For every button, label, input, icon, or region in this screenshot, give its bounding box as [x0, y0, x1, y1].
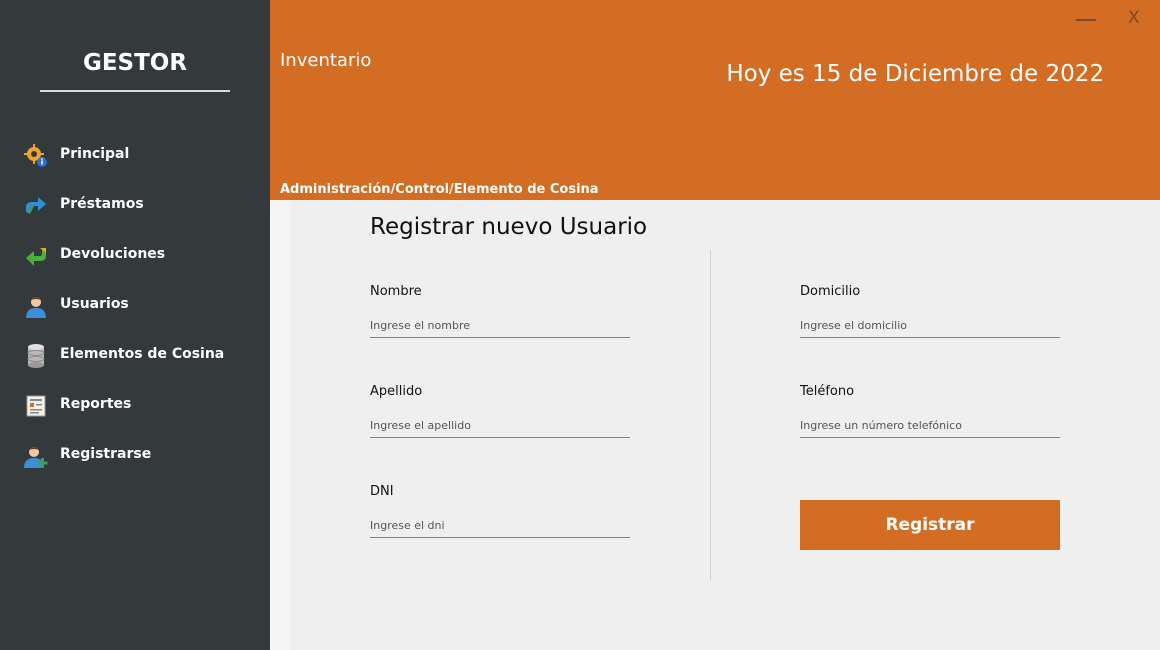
database-icon	[27, 344, 45, 368]
dni-input[interactable]	[370, 513, 630, 538]
brand-title: GESTOR	[82, 50, 188, 76]
nombre-label: Nombre	[370, 284, 422, 299]
dni-label: DNI	[370, 484, 394, 499]
sidebar-item-prestamos[interactable]: Préstamos	[0, 186, 270, 226]
sidebar-item-elementos-de-cosina[interactable]: Elementos de Cosina	[0, 336, 270, 376]
sidebar-item-principal[interactable]: Principal	[0, 136, 270, 176]
sidebar-item-usuarios[interactable]: Usuarios	[0, 286, 270, 326]
add-user-icon	[24, 447, 48, 468]
domicilio-label: Domicilio	[800, 284, 861, 299]
register-button[interactable]: Registrar	[800, 500, 1060, 550]
minimize-button[interactable]	[1076, 19, 1096, 21]
main-content: Registrar nuevo Usuario Nombre Apellido …	[270, 200, 1160, 650]
breadcrumb: Administración/Control/Elemento de Cosin…	[280, 182, 599, 197]
sidebar-item-label: Registrarse	[60, 446, 152, 462]
column-divider	[710, 250, 711, 580]
date-label: Hoy es 15 de Diciembre de 2022	[726, 61, 1104, 87]
apellido-input[interactable]	[370, 413, 630, 438]
report-icon	[26, 395, 46, 417]
apellido-label: Apellido	[370, 384, 423, 399]
form-title: Registrar nuevo Usuario	[370, 214, 648, 240]
sidebar: GESTOR Principal Préstamos Devoluciones	[0, 0, 270, 650]
content-edge	[270, 200, 290, 650]
forward-arrow-icon	[26, 197, 46, 214]
return-arrow-icon	[26, 248, 46, 266]
sidebar-item-label: Principal	[60, 146, 130, 162]
brand-underline	[40, 90, 230, 92]
gear-info-icon	[24, 144, 47, 167]
sidebar-item-label: Reportes	[60, 396, 132, 412]
telefono-input[interactable]	[800, 413, 1060, 438]
sidebar-item-registrarse[interactable]: Registrarse	[0, 436, 270, 476]
sidebar-item-reportes[interactable]: Reportes	[0, 386, 270, 426]
sidebar-item-label: Préstamos	[60, 196, 144, 212]
telefono-label: Teléfono	[800, 384, 855, 399]
sidebar-item-devoluciones[interactable]: Devoluciones	[0, 236, 270, 276]
sidebar-item-label: Elementos de Cosina	[60, 346, 225, 362]
sidebar-item-label: Usuarios	[60, 296, 129, 312]
nombre-input[interactable]	[370, 313, 630, 338]
app-title: Inventario	[280, 50, 372, 71]
user-icon	[26, 297, 46, 318]
close-button[interactable]: X	[1128, 8, 1140, 28]
sidebar-item-label: Devoluciones	[60, 246, 166, 262]
domicilio-input[interactable]	[800, 313, 1060, 338]
header: Inventario Hoy es 15 de Diciembre de 202…	[270, 0, 1160, 200]
